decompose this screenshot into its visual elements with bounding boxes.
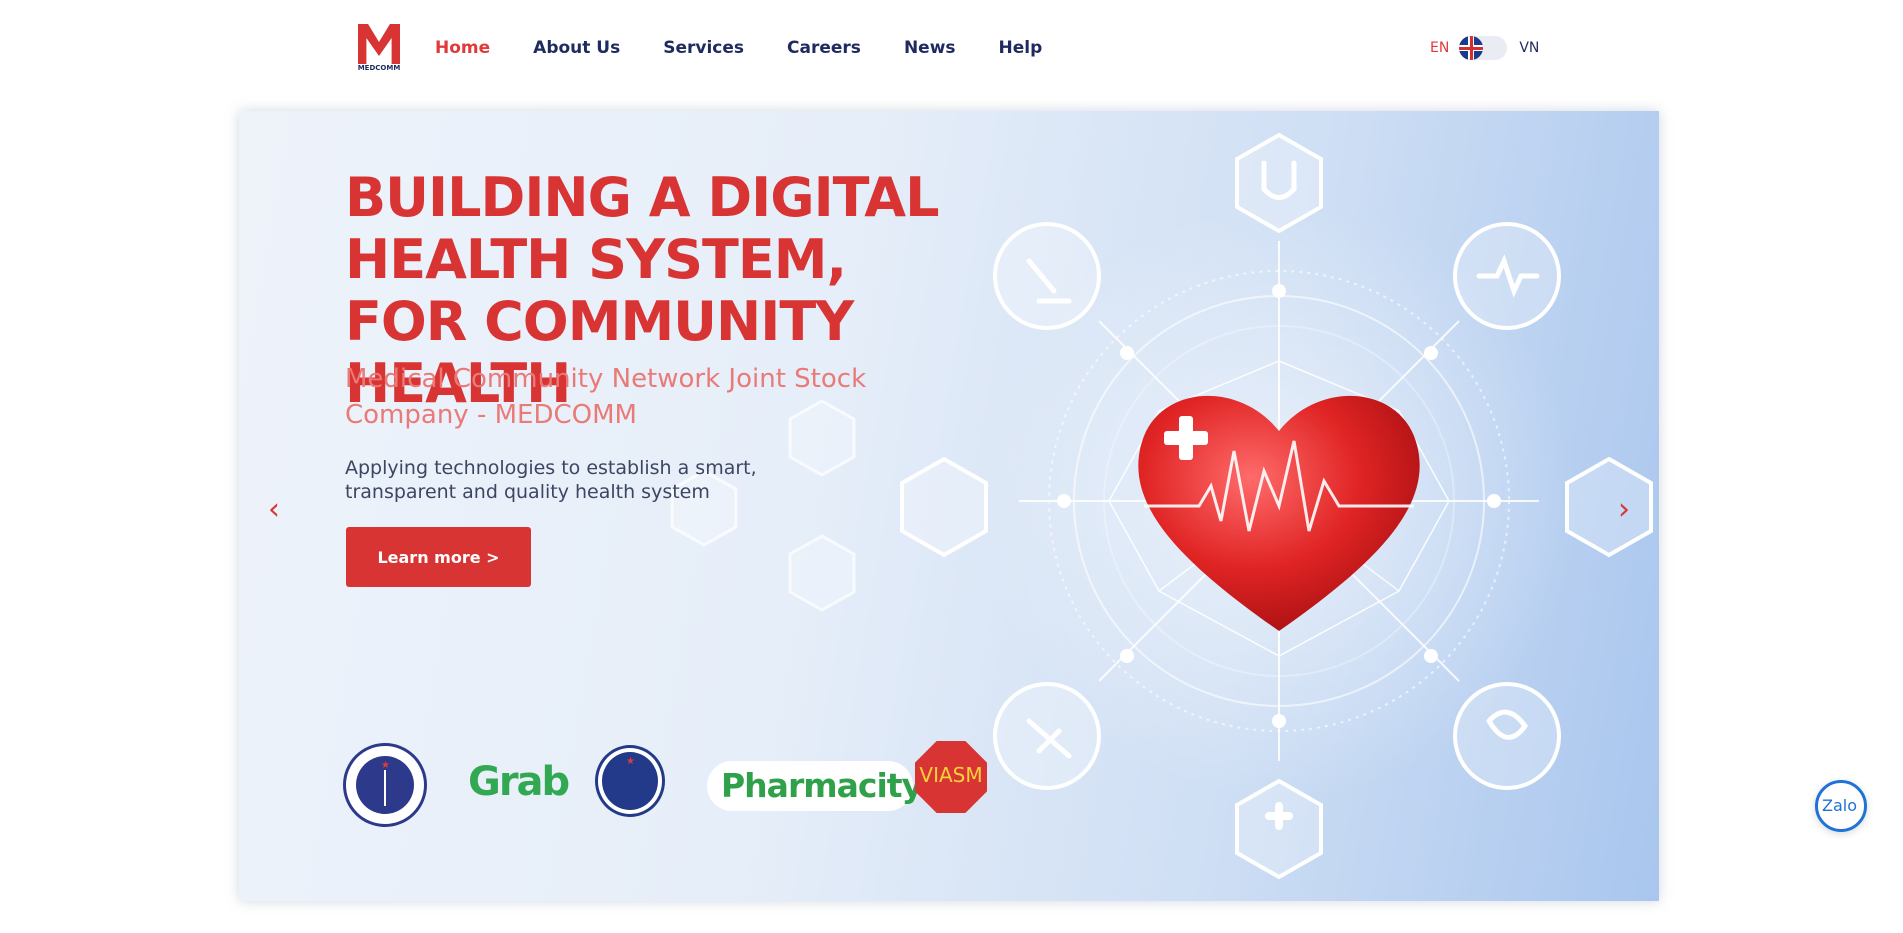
viasm-text: VIASM bbox=[919, 763, 983, 787]
vsm-logo: ★ bbox=[595, 745, 665, 817]
nav-services[interactable]: Services bbox=[663, 38, 744, 58]
zalo-label: Zalo bbox=[1822, 796, 1857, 815]
zalo-chat-button[interactable]: Zalo bbox=[1815, 780, 1867, 832]
pharmacity-text: Pharmacity bbox=[721, 766, 923, 805]
viasm-logo: VIASM bbox=[915, 741, 987, 813]
lang-en-label[interactable]: EN bbox=[1430, 40, 1449, 56]
main-nav: Home About Us Services Careers News Help bbox=[435, 38, 1085, 58]
grab-logo: Grab bbox=[468, 759, 570, 805]
uk-flag-icon bbox=[1459, 36, 1484, 60]
nav-careers[interactable]: Careers bbox=[787, 38, 861, 58]
partner-logos: ★ Grab ★ Pharmacity VIASM bbox=[343, 741, 1043, 829]
lang-vn-label[interactable]: VN bbox=[1519, 40, 1539, 56]
chevron-left-icon[interactable]: ‹ bbox=[259, 495, 289, 525]
pharmacity-logo: Pharmacity bbox=[707, 761, 923, 811]
hero-subtitle: Medical Community Network Joint Stock Co… bbox=[345, 364, 867, 430]
chevron-right-icon[interactable]: › bbox=[1609, 495, 1639, 525]
language-switcher: EN VN bbox=[1430, 36, 1539, 60]
logo-text: MEDCOMM bbox=[357, 64, 401, 72]
nav-news[interactable]: News bbox=[904, 38, 956, 58]
learn-more-button[interactable]: Learn more > bbox=[346, 527, 531, 587]
hero-banner: BUILDING A DIGITAL HEALTH SYSTEM, FOR CO… bbox=[239, 111, 1659, 901]
nav-help[interactable]: Help bbox=[999, 38, 1043, 58]
nav-about-us[interactable]: About Us bbox=[533, 38, 620, 58]
language-toggle[interactable] bbox=[1459, 36, 1508, 60]
medcomm-logo[interactable]: MEDCOMM bbox=[354, 24, 404, 76]
logo-mark-icon bbox=[358, 24, 400, 64]
nav-home[interactable]: Home bbox=[435, 38, 490, 58]
ministry-of-health-logo: ★ bbox=[343, 743, 427, 827]
hero-description: Applying technologies to establish a sma… bbox=[345, 457, 757, 503]
site-header: MEDCOMM Home About Us Services Careers N… bbox=[0, 0, 1903, 100]
